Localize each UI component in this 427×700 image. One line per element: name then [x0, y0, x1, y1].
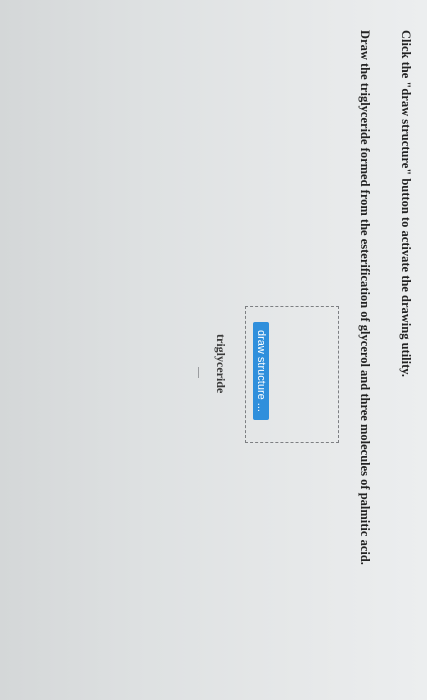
draw-structure-button[interactable]: draw structure ... [253, 322, 269, 420]
caption-underline [198, 367, 199, 378]
question-panel: Click the "draw structure" button to act… [0, 0, 427, 700]
structure-caption: triglyceride [214, 334, 228, 394]
instruction-draw: Draw the triglyceride formed from the es… [358, 30, 372, 565]
instruction-activate: Click the "draw structure" button to act… [399, 30, 413, 377]
